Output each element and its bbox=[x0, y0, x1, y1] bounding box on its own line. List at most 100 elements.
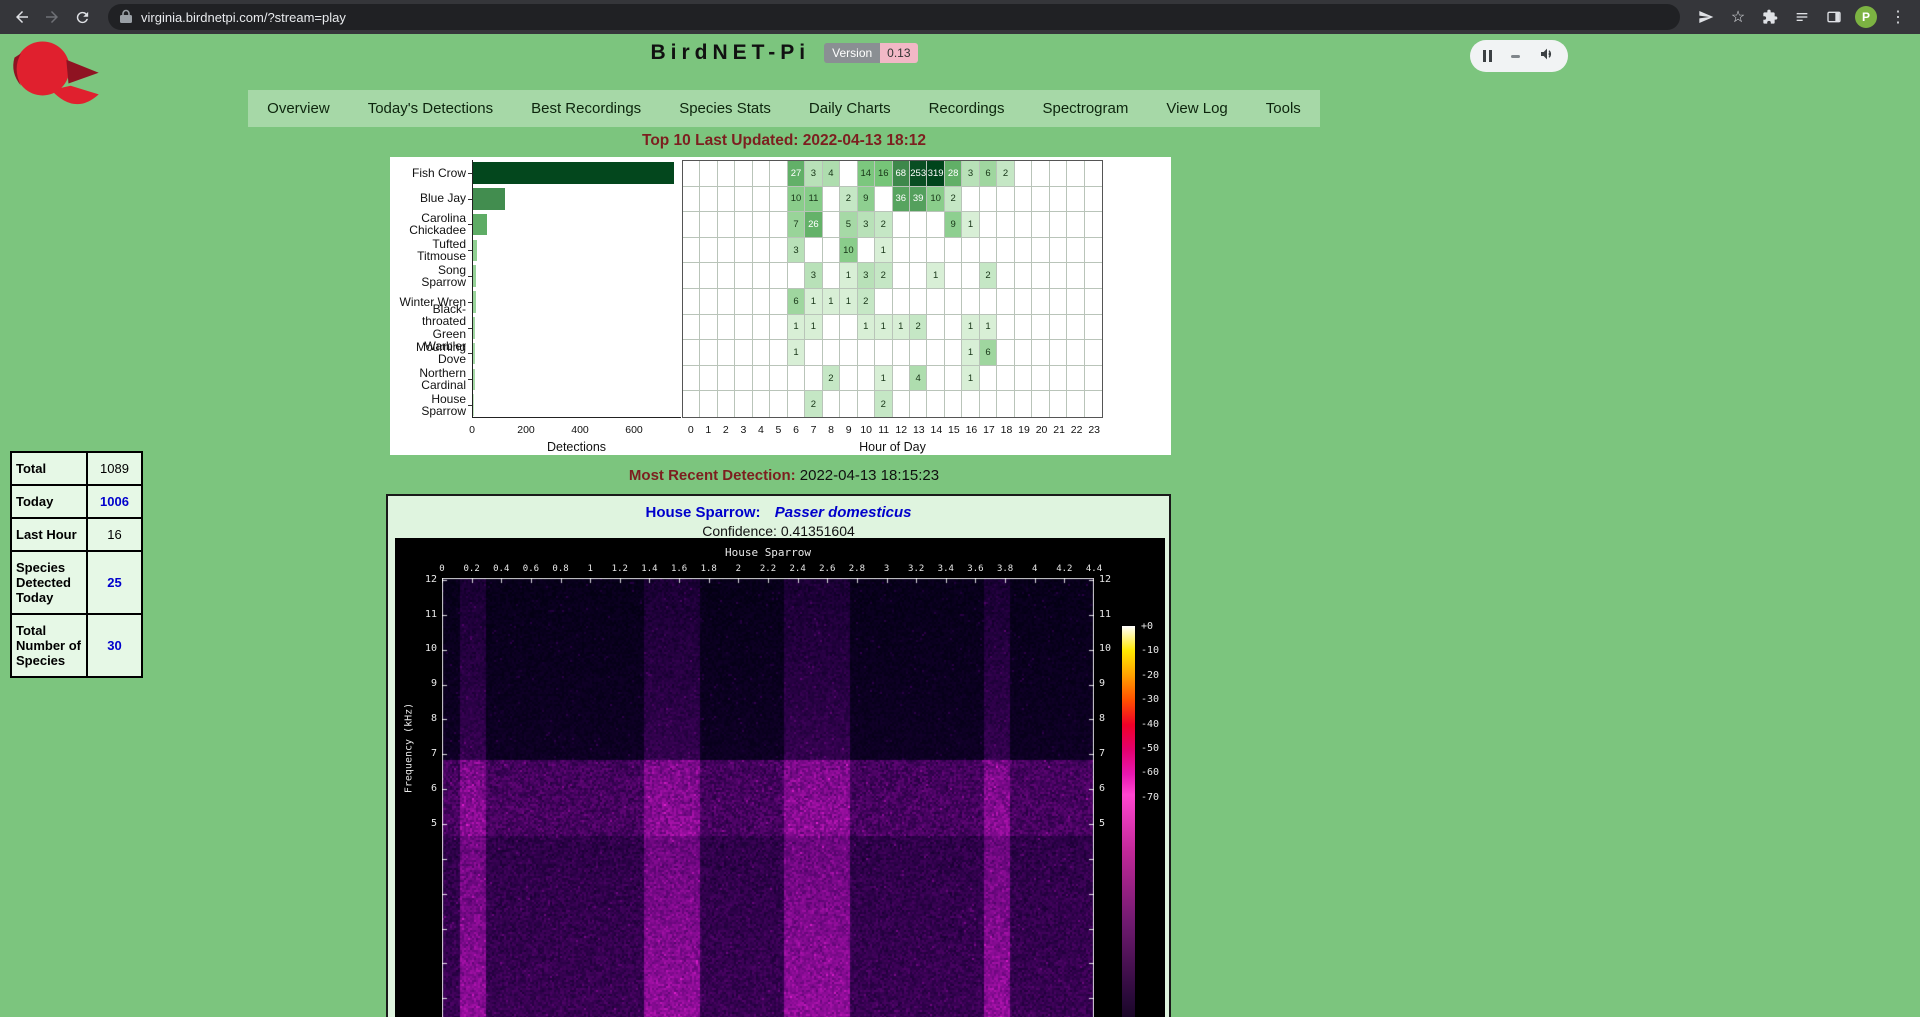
heatmap-cell bbox=[997, 289, 1014, 315]
heatmap-cell bbox=[840, 366, 857, 392]
nav-item-view-log[interactable]: View Log bbox=[1147, 90, 1246, 127]
heatmap-cell: 2 bbox=[945, 187, 962, 213]
heatmap-cell bbox=[1067, 187, 1084, 213]
heatmap-cell bbox=[945, 366, 962, 392]
heatmap-cell bbox=[805, 340, 822, 366]
stats-value: 16 bbox=[87, 518, 142, 551]
heatmap-cell bbox=[770, 289, 787, 315]
heatmap-cell bbox=[1015, 238, 1032, 264]
pause-button[interactable] bbox=[1483, 50, 1492, 62]
heatmap-cell bbox=[1085, 289, 1102, 315]
nav-item-today-s-detections[interactable]: Today's Detections bbox=[349, 90, 512, 127]
heatmap-cell bbox=[683, 187, 700, 213]
stats-value[interactable]: 1006 bbox=[87, 485, 142, 518]
heatmap-cell: 1 bbox=[875, 238, 892, 264]
reading-list-icon[interactable] bbox=[1788, 3, 1816, 31]
reload-icon[interactable] bbox=[68, 3, 96, 31]
heatmap-cell bbox=[927, 391, 944, 417]
colorbar-tick: -60 bbox=[1141, 767, 1159, 778]
heatmap-cell bbox=[927, 212, 944, 238]
extensions-icon[interactable] bbox=[1756, 3, 1784, 31]
heatmap-cell: 3 bbox=[858, 212, 875, 238]
heatmap-cell: 2 bbox=[840, 187, 857, 213]
nav-item-daily-charts[interactable]: Daily Charts bbox=[790, 90, 910, 127]
heatmap-cell: 3 bbox=[805, 161, 822, 187]
hour-axis-tick: 19 bbox=[1018, 424, 1030, 436]
heatmap-cell: 4 bbox=[823, 161, 840, 187]
confidence-label: Confidence: bbox=[702, 523, 777, 539]
confidence-value: 0.41351604 bbox=[781, 523, 855, 539]
forward-icon[interactable] bbox=[38, 3, 66, 31]
heatmap-cell bbox=[962, 187, 979, 213]
stats-value[interactable]: 25 bbox=[87, 551, 142, 614]
heatmap-cell: 36 bbox=[893, 187, 910, 213]
heatmap-cell bbox=[910, 238, 927, 264]
lock-icon[interactable] bbox=[120, 9, 132, 26]
nav-item-overview[interactable]: Overview bbox=[248, 90, 349, 127]
heatmap-cell bbox=[1050, 315, 1067, 341]
bar-axis-tick: 0 bbox=[469, 424, 475, 436]
heatmap-cell bbox=[875, 289, 892, 315]
heatmap-cell: 6 bbox=[980, 340, 997, 366]
heatmap-cell bbox=[823, 212, 840, 238]
heatmap-cell bbox=[823, 238, 840, 264]
heatmap-cell bbox=[718, 212, 735, 238]
volume-button[interactable] bbox=[1539, 47, 1555, 66]
hour-axis-tick: 2 bbox=[723, 424, 729, 436]
url-text: virginia.birdnetpi.com/?stream=play bbox=[141, 10, 346, 25]
heatmap-cell bbox=[875, 340, 892, 366]
spectrogram-image bbox=[442, 578, 1094, 1017]
heatmap-cell bbox=[735, 391, 752, 417]
heatmap-cell bbox=[840, 161, 857, 187]
heatmap-cell bbox=[700, 340, 717, 366]
detection-species-link[interactable]: House Sparrow: bbox=[646, 504, 761, 521]
colorbar-tick: -40 bbox=[1141, 719, 1159, 730]
nav-item-recordings[interactable]: Recordings bbox=[910, 90, 1024, 127]
hour-axis-ticks: 01234567891011121314151617181920212223 bbox=[682, 424, 1103, 437]
nav-item-tools[interactable]: Tools bbox=[1247, 90, 1320, 127]
heatmap-cell bbox=[1032, 366, 1049, 392]
browser-menu-icon[interactable]: ⋮ bbox=[1884, 3, 1912, 31]
heatmap-cell bbox=[805, 366, 822, 392]
heatmap-cell bbox=[1067, 289, 1084, 315]
heatmap-cell: 3 bbox=[858, 263, 875, 289]
spectrogram-y-tick: 7 bbox=[395, 748, 437, 759]
back-icon[interactable] bbox=[8, 3, 36, 31]
heatmap-cell bbox=[735, 289, 752, 315]
side-panel-icon[interactable] bbox=[1820, 3, 1848, 31]
audio-player[interactable] bbox=[1470, 40, 1568, 72]
heatmap-cell bbox=[770, 187, 787, 213]
heatmap-cell bbox=[893, 340, 910, 366]
heatmap-cell bbox=[683, 263, 700, 289]
spectrogram-y-tick: 5 bbox=[395, 818, 437, 829]
bookmark-star-icon[interactable]: ☆ bbox=[1724, 3, 1752, 31]
url-bar[interactable]: virginia.birdnetpi.com/?stream=play bbox=[108, 4, 1680, 30]
stats-row: Species Detected Today25 bbox=[11, 551, 142, 614]
stats-value[interactable]: 30 bbox=[87, 614, 142, 677]
profile-avatar[interactable]: P bbox=[1855, 6, 1877, 28]
heatmap-cell bbox=[735, 161, 752, 187]
nav-item-spectrogram[interactable]: Spectrogram bbox=[1023, 90, 1147, 127]
heatmap-cell bbox=[997, 187, 1014, 213]
nav-item-best-recordings[interactable]: Best Recordings bbox=[512, 90, 660, 127]
detection-latin-link[interactable]: Passer domesticus bbox=[775, 504, 912, 521]
heatmap-cell: 2 bbox=[875, 263, 892, 289]
heatmap-cell bbox=[700, 263, 717, 289]
heatmap-cell bbox=[770, 315, 787, 341]
heatmap-cell: 1 bbox=[875, 315, 892, 341]
detections-bar bbox=[473, 343, 475, 365]
hour-axis-tick: 14 bbox=[930, 424, 942, 436]
nav-item-species-stats[interactable]: Species Stats bbox=[660, 90, 790, 127]
heatmap-cell bbox=[1067, 391, 1084, 417]
heatmap-cell bbox=[735, 340, 752, 366]
share-icon[interactable] bbox=[1692, 3, 1720, 31]
heatmap-cell bbox=[718, 391, 735, 417]
heatmap-cell bbox=[753, 366, 770, 392]
heatmap-cell: 3 bbox=[962, 161, 979, 187]
heatmap-cell: 2 bbox=[997, 161, 1014, 187]
heatmap-cell bbox=[997, 263, 1014, 289]
heatmap-cell bbox=[1085, 187, 1102, 213]
heatmap-cell: 1 bbox=[823, 289, 840, 315]
spectrogram-y-tick: 10 bbox=[1099, 643, 1111, 654]
heatmap-cell: 26 bbox=[805, 212, 822, 238]
